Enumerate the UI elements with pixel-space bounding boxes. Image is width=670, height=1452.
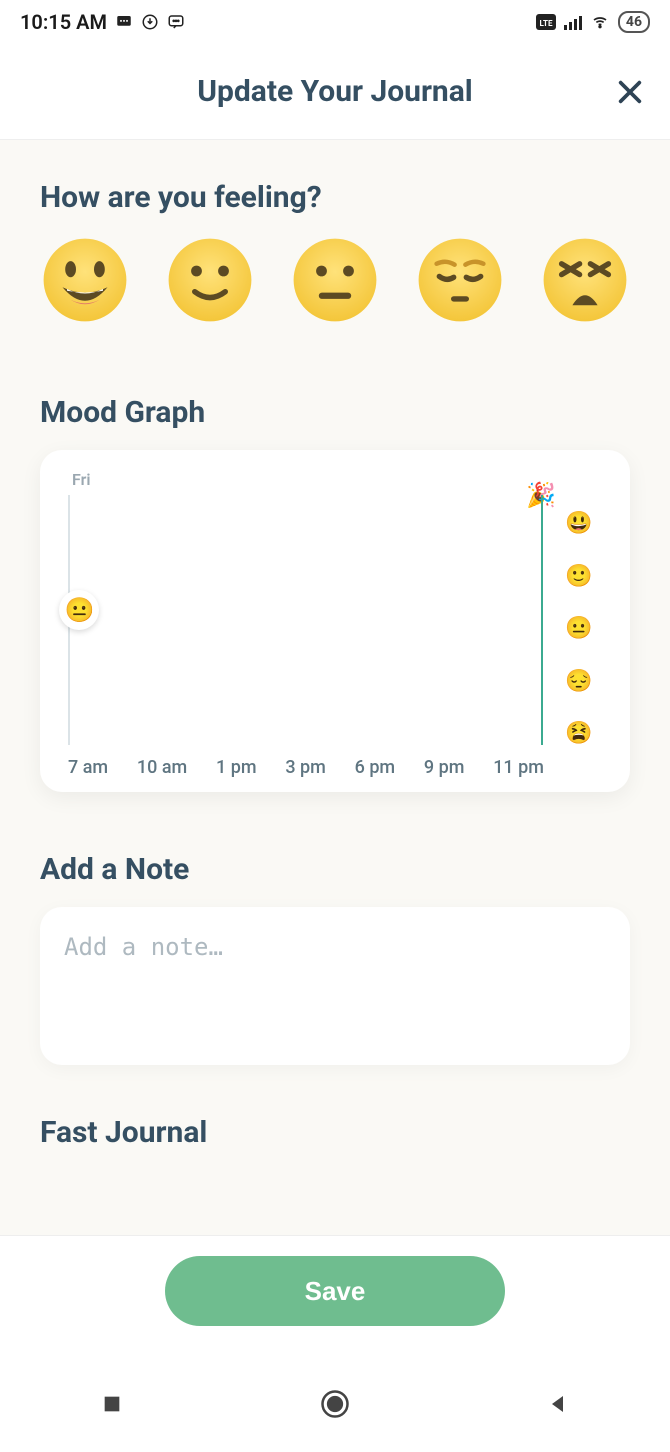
circle-icon — [320, 1389, 350, 1419]
x-label: 6 pm — [355, 757, 396, 778]
mood-section-title: How are you feeling? — [40, 180, 630, 215]
x-label: 3 pm — [285, 757, 326, 778]
x-label: 11 pm — [493, 757, 544, 778]
battery-icon: 46 — [618, 11, 650, 33]
status-bar: 10:15 AM LTE 46 — [0, 0, 670, 44]
nav-back-button[interactable] — [538, 1384, 578, 1424]
scale-tired-icon: 😫 — [565, 723, 592, 745]
save-bar: Save — [0, 1235, 670, 1356]
fast-journal-title: Fast Journal — [40, 1115, 630, 1150]
graph-section-title: Mood Graph — [40, 395, 630, 430]
mood-neutral[interactable] — [290, 235, 380, 325]
slight-smile-face-icon — [165, 235, 255, 325]
page-title: Update Your Journal — [197, 74, 473, 109]
graph-right-axis — [541, 495, 543, 745]
scale-slight-smile-icon: 🙂 — [565, 566, 592, 588]
mood-grinning[interactable] — [40, 235, 130, 325]
x-label: 1 pm — [216, 757, 257, 778]
neutral-face-icon — [290, 235, 380, 325]
wifi-icon — [590, 14, 610, 30]
x-label: 9 pm — [424, 757, 465, 778]
status-left: 10:15 AM — [20, 10, 185, 34]
mood-pensive[interactable] — [415, 235, 505, 325]
note-section-title: Add a Note — [40, 852, 630, 887]
scale-neutral-icon: 😐 — [565, 618, 592, 640]
download-icon — [141, 13, 159, 31]
graph-data-point[interactable]: 😐 — [59, 590, 99, 630]
scale-grinning-icon: 😃 — [565, 513, 592, 535]
page-header: Update Your Journal — [0, 44, 670, 140]
nav-recent-button[interactable] — [92, 1384, 132, 1424]
triangle-left-icon — [546, 1392, 570, 1416]
graph-body: 🎉 😐 😃 🙂 😐 😔 😫 — [68, 495, 602, 745]
graph-plot-area[interactable]: 😐 — [68, 495, 542, 745]
status-time: 10:15 AM — [20, 10, 107, 34]
graph-point-emoji: 😐 — [65, 596, 95, 624]
x-label: 7 am — [68, 757, 108, 778]
graph-y-scale: 😃 🙂 😐 😔 😫 — [556, 513, 602, 745]
graph-day-label: Fri — [72, 470, 602, 489]
mood-tired[interactable] — [540, 235, 630, 325]
square-icon — [101, 1393, 123, 1415]
signal-icon — [564, 14, 582, 30]
note-input[interactable] — [64, 933, 606, 1039]
svg-text:LTE: LTE — [539, 19, 552, 28]
volte-icon: LTE — [536, 14, 556, 30]
pensive-face-icon — [415, 235, 505, 325]
save-button[interactable]: Save — [165, 1256, 505, 1326]
close-button[interactable] — [610, 72, 650, 112]
note-card — [40, 907, 630, 1065]
graph-x-axis: 7 am 10 am 1 pm 3 pm 6 pm 9 pm 11 pm — [68, 757, 602, 778]
mood-picker — [40, 235, 630, 325]
sms-icon — [115, 13, 133, 31]
main-content: How are you feeling? — [0, 140, 670, 1356]
chat-icon — [167, 13, 185, 31]
tired-face-icon — [540, 235, 630, 325]
close-icon — [614, 76, 646, 108]
android-navbar — [0, 1356, 670, 1452]
nav-home-button[interactable] — [315, 1384, 355, 1424]
grinning-face-icon — [40, 235, 130, 325]
mood-graph-card: Fri 🎉 😐 😃 🙂 😐 😔 😫 7 am 10 am 1 pm 3 pm — [40, 450, 630, 792]
scale-pensive-icon: 😔 — [565, 671, 592, 693]
status-right: LTE 46 — [536, 11, 650, 33]
x-label: 10 am — [137, 757, 187, 778]
mood-slight-smile[interactable] — [165, 235, 255, 325]
